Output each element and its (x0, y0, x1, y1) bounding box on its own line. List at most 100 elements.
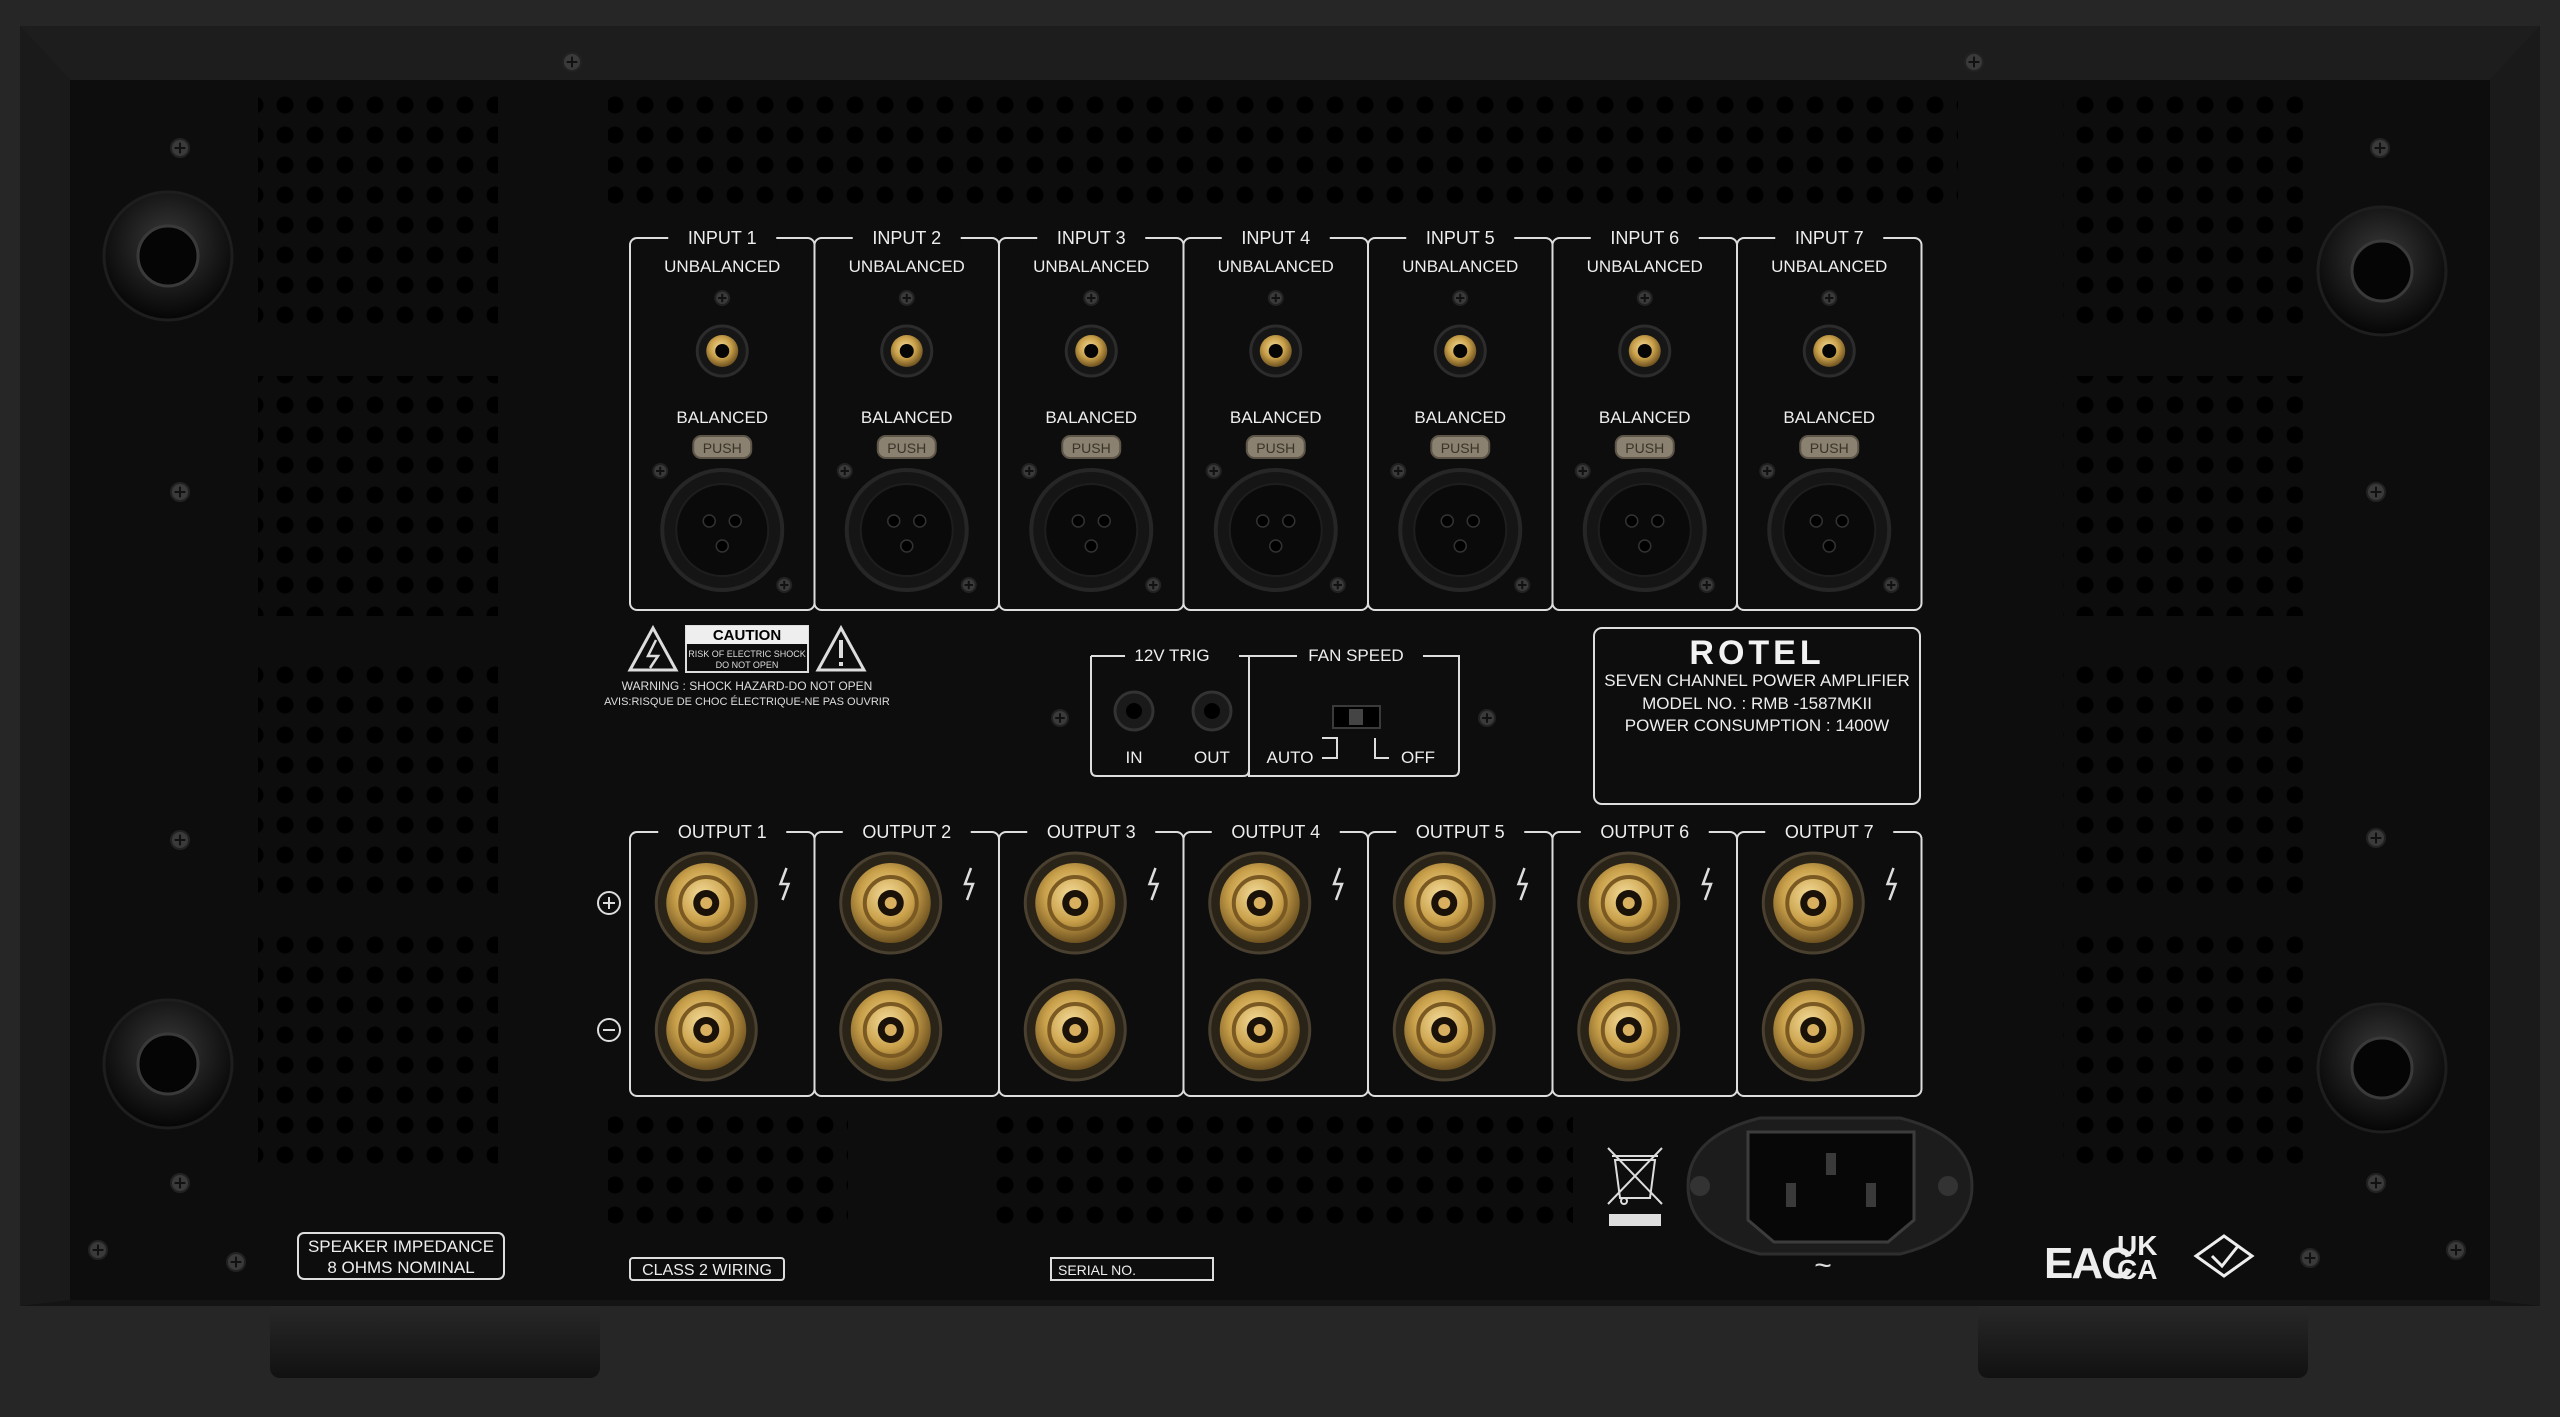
bumper-bottom-left (102, 998, 234, 1130)
screw-icon (1883, 577, 1900, 593)
class2-text: CLASS 2 WIRING (642, 1262, 772, 1279)
screw-icon (1390, 463, 1407, 479)
push-latch-label: PUSH (887, 440, 926, 456)
caution-line1: RISK OF ELECTRIC SHOCK (688, 649, 806, 659)
push-latch-label: PUSH (703, 440, 742, 456)
unbalanced-label: UNBALANCED (849, 257, 965, 276)
output-title: OUTPUT 5 (1416, 822, 1505, 842)
trigger-out-jack[interactable] (1191, 690, 1233, 732)
screw-icon (170, 1173, 190, 1193)
screw-icon (2366, 1173, 2386, 1193)
fan-auto-label: AUTO (1267, 748, 1314, 767)
output-title: OUTPUT 3 (1047, 822, 1136, 842)
binding-post-negative[interactable] (1023, 978, 1127, 1082)
model-number: MODEL NO. : RMB -1587MKII (1642, 694, 1872, 713)
bumper-top-right (2316, 205, 2448, 337)
rca-jack-icon[interactable] (1618, 324, 1672, 378)
screw-icon (652, 463, 669, 479)
rca-jack-icon[interactable] (695, 324, 749, 378)
binding-post-negative[interactable] (654, 978, 758, 1082)
output-title: OUTPUT 1 (678, 822, 767, 842)
screw-icon (1452, 290, 1469, 306)
binding-post-positive[interactable] (1577, 851, 1681, 955)
rca-jack-icon[interactable] (1802, 324, 1856, 378)
balanced-label: BALANCED (1783, 408, 1875, 427)
impedance-line2: 8 OHMS NOMINAL (327, 1258, 474, 1277)
screw-icon (1145, 577, 1162, 593)
balanced-label: BALANCED (1414, 408, 1506, 427)
binding-post-negative[interactable] (1761, 978, 1865, 1082)
screw-icon (1051, 709, 1069, 727)
impedance-line1: SPEAKER IMPEDANCE (308, 1237, 494, 1256)
binding-post-positive[interactable] (654, 851, 758, 955)
screw-icon (88, 1240, 108, 1260)
power-inlet-icon[interactable] (1686, 1116, 1974, 1256)
power-consumption: POWER CONSUMPTION : 1400W (1625, 716, 1889, 735)
foot-left (270, 1300, 600, 1378)
trigger-out-label: OUT (1194, 748, 1230, 767)
trigger-in-jack[interactable] (1113, 690, 1155, 732)
rca-jack-icon[interactable] (1433, 324, 1487, 378)
binding-post-positive[interactable] (839, 851, 943, 955)
bumper-bottom-right (2316, 1002, 2448, 1134)
screw-icon (776, 577, 793, 593)
foot-right (1978, 1300, 2308, 1378)
input-title: INPUT 5 (1426, 228, 1495, 248)
push-latch-label: PUSH (1256, 440, 1295, 456)
binding-post-positive[interactable] (1761, 851, 1865, 955)
binding-post-positive[interactable] (1023, 851, 1127, 955)
push-latch-label: PUSH (1625, 440, 1664, 456)
chassis-top-bevel (20, 26, 2540, 80)
input-title: INPUT 3 (1057, 228, 1126, 248)
binding-post-negative[interactable] (1392, 978, 1496, 1082)
unbalanced-label: UNBALANCED (1587, 257, 1703, 276)
screw-icon (960, 577, 977, 593)
screw-icon (2370, 138, 2390, 158)
chassis-left-bevel (20, 26, 70, 1306)
push-latch-label: PUSH (1072, 440, 1111, 456)
rca-jack-icon[interactable] (880, 324, 934, 378)
unbalanced-label: UNBALANCED (1033, 257, 1149, 276)
balanced-label: BALANCED (1599, 408, 1691, 427)
trigger-title: 12V TRIG (1134, 646, 1209, 665)
amplifier-rear-panel: INPUT 1 UNBALANCED BALANCED PUSH INPUT 2 UNBA… (20, 26, 2540, 1378)
screw-icon (170, 138, 190, 158)
screw-icon (1205, 463, 1222, 479)
rca-jack-icon[interactable] (1249, 324, 1303, 378)
binding-post-negative[interactable] (839, 978, 943, 1082)
brand-logo: ROTEL (1689, 634, 1824, 672)
input-title: INPUT 4 (1241, 228, 1310, 248)
product-name: SEVEN CHANNEL POWER AMPLIFIER (1604, 671, 1909, 690)
screw-icon (1021, 463, 1038, 479)
screw-icon (1636, 290, 1653, 306)
screw-icon (1083, 290, 1100, 306)
output-title: OUTPUT 2 (862, 822, 951, 842)
screw-icon (2366, 828, 2386, 848)
fan-off-label: OFF (1401, 748, 1435, 767)
caution-line2: DO NOT OPEN (716, 660, 779, 670)
binding-post-positive[interactable] (1208, 851, 1312, 955)
bumper-top-left (102, 190, 234, 322)
binding-post-negative[interactable] (1577, 978, 1681, 1082)
fan-speed-switch[interactable] (1332, 705, 1381, 729)
rca-jack-icon[interactable] (1064, 324, 1118, 378)
input-title: INPUT 7 (1795, 228, 1864, 248)
screw-icon (2446, 1240, 2466, 1260)
screw-icon (1698, 577, 1715, 593)
caution-warning-en: WARNING : SHOCK HAZARD-DO NOT OPEN (622, 679, 873, 693)
screw-icon (1964, 52, 1984, 72)
chassis-right-bevel (2490, 26, 2540, 1306)
binding-post-positive[interactable] (1392, 851, 1496, 955)
input-title: INPUT 6 (1610, 228, 1679, 248)
screw-icon (1267, 290, 1284, 306)
screw-icon (1821, 290, 1838, 306)
unbalanced-label: UNBALANCED (1771, 257, 1887, 276)
balanced-label: BALANCED (1230, 408, 1322, 427)
balanced-label: BALANCED (1045, 408, 1137, 427)
screw-icon (170, 830, 190, 850)
binding-post-negative[interactable] (1208, 978, 1312, 1082)
unbalanced-label: UNBALANCED (664, 257, 780, 276)
screw-icon (898, 290, 915, 306)
caution-title: CAUTION (713, 627, 781, 644)
input-title: INPUT 1 (688, 228, 757, 248)
